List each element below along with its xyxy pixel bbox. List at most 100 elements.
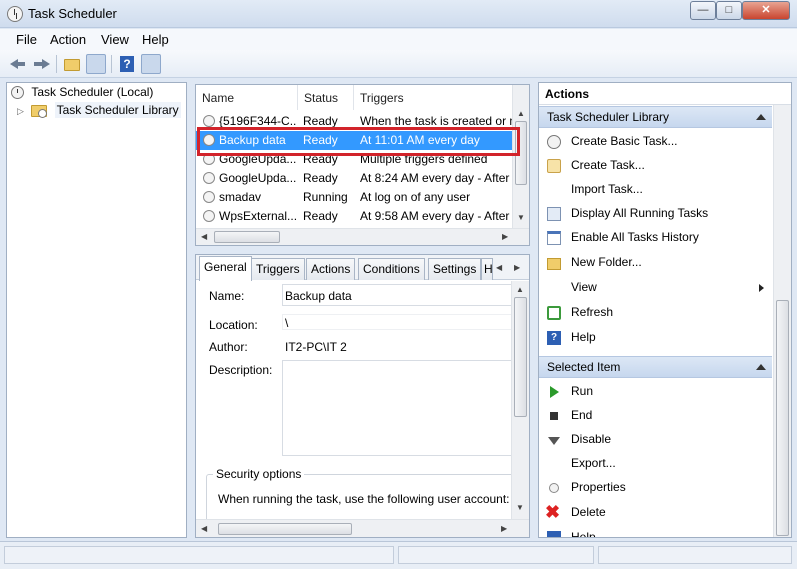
tree-item-local-label: Task Scheduler (Local) <box>31 85 154 99</box>
scroll-up-arrow-icon[interactable]: ▲ <box>517 109 525 118</box>
action-label: Help <box>571 530 596 538</box>
column-header-name[interactable]: Name <box>196 85 298 110</box>
tab-scroll-right-icon[interactable]: ▶ <box>514 263 520 272</box>
scroll-thumb[interactable] <box>218 523 352 535</box>
section-selected-item[interactable]: Selected Item <box>539 356 772 378</box>
close-button[interactable]: ✕ <box>742 1 790 20</box>
task-status: Ready <box>303 114 338 128</box>
show-hide-action-pane-button[interactable] <box>141 54 161 74</box>
tab-conditions[interactable]: Conditions <box>358 258 425 280</box>
table-row[interactable]: WpsExternal... Ready At 9:58 AM every da… <box>196 207 512 226</box>
table-row[interactable]: {5196F344-C... Ready When the task is cr… <box>196 112 512 131</box>
table-row[interactable]: GoogleUpda... Ready Multiple triggers de… <box>196 150 512 169</box>
up-folder-button[interactable] <box>62 54 82 74</box>
action-label: New Folder... <box>571 255 642 269</box>
table-row[interactable]: GoogleUpda... Ready At 8:24 AM every day… <box>196 169 512 188</box>
action-export[interactable]: Export... <box>539 453 772 475</box>
action-create-basic-task[interactable]: Create Basic Task... <box>539 131 772 153</box>
action-display-running-tasks[interactable]: Display All Running Tasks <box>539 203 772 225</box>
collapse-caret-icon[interactable] <box>756 364 766 370</box>
scroll-down-arrow-icon[interactable]: ▼ <box>516 503 524 512</box>
minimize-button[interactable]: — <box>690 1 716 20</box>
scroll-right-arrow-icon[interactable]: ▶ <box>501 524 507 533</box>
action-refresh[interactable]: Refresh <box>539 302 772 324</box>
task-clock-icon <box>203 153 215 165</box>
action-run[interactable]: Run <box>539 381 772 403</box>
title-bar: Task Scheduler — □ ✕ <box>0 0 797 28</box>
tree-item-local[interactable]: Task Scheduler (Local) <box>11 85 153 103</box>
action-label: Properties <box>571 480 626 494</box>
column-header-status[interactable]: Status <box>298 85 354 110</box>
action-disable[interactable]: Disable <box>539 429 772 451</box>
scroll-right-arrow-icon[interactable]: ▶ <box>502 232 508 241</box>
column-header-triggers[interactable]: Triggers <box>354 85 514 110</box>
show-hide-console-tree-button[interactable] <box>86 54 106 74</box>
tree-item-library[interactable]: ▷ Task Scheduler Library <box>17 102 181 121</box>
back-button[interactable] <box>8 54 28 74</box>
detail-vertical-scrollbar[interactable]: ▲ ▼ <box>511 281 529 519</box>
action-label: Help <box>571 330 596 344</box>
task-clock-icon <box>203 210 215 222</box>
action-create-task[interactable]: Create Task... <box>539 155 772 177</box>
description-field[interactable] <box>282 360 512 456</box>
action-properties[interactable]: Properties <box>539 477 772 499</box>
expand-arrow-icon[interactable]: ▷ <box>17 106 24 116</box>
tab-settings[interactable]: Settings <box>428 258 482 280</box>
action-import-task[interactable]: Import Task... <box>539 179 772 201</box>
scroll-thumb[interactable] <box>214 231 280 243</box>
action-help[interactable]: ? Help <box>539 327 772 349</box>
table-row[interactable]: smadav Running At log on of any user <box>196 188 512 207</box>
menu-help[interactable]: Help <box>142 32 169 47</box>
section-title: Task Scheduler Library <box>547 110 670 124</box>
help-button[interactable]: ? <box>117 54 137 74</box>
security-options-text: When running the task, use the following… <box>218 492 510 506</box>
task-list-vertical-scrollbar[interactable]: ▲ ▼ <box>512 85 529 228</box>
scroll-thumb[interactable] <box>776 300 789 536</box>
tab-history[interactable]: H <box>481 258 493 280</box>
actions-vertical-scrollbar[interactable] <box>773 105 791 537</box>
clock-icon <box>11 86 24 100</box>
scroll-thumb[interactable] <box>514 297 527 417</box>
action-label: Refresh <box>571 305 614 319</box>
scroll-up-arrow-icon[interactable]: ▲ <box>516 285 524 294</box>
menu-view[interactable]: View <box>101 32 129 47</box>
action-help-selected[interactable]: Help <box>539 527 772 538</box>
table-row-selected[interactable]: Backup data Ready At 11:01 AM every day <box>196 131 512 150</box>
status-bar <box>0 541 797 569</box>
action-label: Run <box>571 384 594 398</box>
action-view[interactable]: View <box>539 277 772 299</box>
scroll-down-arrow-icon[interactable]: ▼ <box>517 213 525 222</box>
collapse-caret-icon[interactable] <box>756 114 766 120</box>
tab-triggers[interactable]: Triggers <box>251 258 305 280</box>
scroll-left-arrow-icon[interactable]: ◀ <box>201 524 207 533</box>
task-scheduler-icon <box>7 6 23 22</box>
forward-button[interactable] <box>32 54 52 74</box>
menu-file[interactable]: File <box>16 32 37 47</box>
refresh-icon <box>547 306 561 320</box>
tree-item-library-label: Task Scheduler Library <box>54 102 181 118</box>
task-name: GoogleUpda... <box>219 152 297 166</box>
folder-icon <box>64 59 80 71</box>
tab-general[interactable]: General <box>199 256 252 281</box>
action-new-folder[interactable]: New Folder... <box>539 252 772 274</box>
submenu-arrow-icon <box>759 284 764 292</box>
status-cell-main <box>4 546 394 564</box>
action-enable-tasks-history[interactable]: Enable All Tasks History <box>539 227 772 249</box>
task-list-horizontal-scrollbar[interactable]: ◀ ▶ <box>196 228 529 245</box>
action-delete[interactable]: ✖ Delete <box>539 502 772 524</box>
task-status: Ready <box>303 209 338 223</box>
maximize-button[interactable]: □ <box>716 1 742 20</box>
menu-bar: File Action View Help <box>0 29 797 50</box>
section-task-scheduler-library[interactable]: Task Scheduler Library <box>539 106 772 128</box>
new-folder-icon <box>547 258 561 270</box>
security-options-title: Security options <box>213 467 305 481</box>
name-value: Backup data <box>285 289 352 303</box>
tab-scroll-left-icon[interactable]: ◀ <box>496 263 502 272</box>
task-trigger: At log on of any user <box>360 190 471 204</box>
scroll-thumb[interactable] <box>515 121 527 185</box>
tab-actions[interactable]: Actions <box>306 258 356 280</box>
detail-horizontal-scrollbar[interactable]: ◀ ▶ <box>196 519 529 537</box>
menu-action[interactable]: Action <box>50 32 86 47</box>
action-end[interactable]: End <box>539 405 772 427</box>
scroll-left-arrow-icon[interactable]: ◀ <box>201 232 207 241</box>
